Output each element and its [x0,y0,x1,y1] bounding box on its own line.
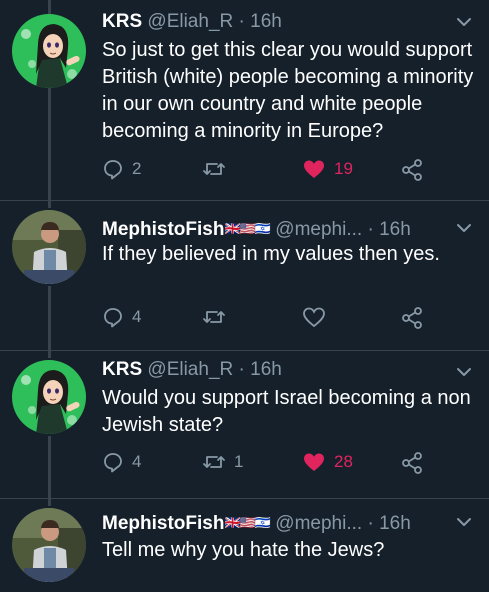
reply-icon [104,308,122,328]
separator-dot: · [367,513,374,534]
reply-button[interactable]: 2 [102,158,141,180]
like-button[interactable]: 19 [302,158,353,180]
retweet-button[interactable] [202,306,234,328]
chevron-down-icon[interactable] [455,222,473,234]
tweet-header: MephistoFish🇬🇧🇺🇸🇮🇱 @mephi... · 16h [102,218,449,241]
chevron-down-icon[interactable] [455,16,473,28]
timestamp[interactable]: 16h [250,11,282,32]
share-button[interactable] [400,158,424,182]
author-name[interactable]: KRS [102,11,142,32]
retweet-button[interactable] [202,158,234,180]
author-handle[interactable]: @mephi... [275,219,362,240]
tweet-text: Would you support Israel becoming a non … [102,387,471,436]
avatar[interactable] [12,14,86,88]
reply-count: 4 [132,452,142,471]
retweet-button[interactable]: 1 [202,451,243,473]
reply-button[interactable]: 4 [102,451,141,473]
retweet-count: 1 [234,452,244,471]
tweet-header: KRS @Eliah_R · 16h [102,359,449,381]
profile-flags: 🇬🇧🇺🇸🇮🇱 [224,221,271,236]
author-name[interactable]: MephistoFish [102,513,224,534]
tweet-actions: 4 1 28 [102,451,469,477]
tweet-header: MephistoFish🇬🇧🇺🇸🇮🇱 @mephi... · 16h [102,512,449,535]
separator-dot: · [367,219,374,240]
tweet-actions: 2 19 [102,158,469,184]
heart-filled-icon [304,453,324,471]
author-handle[interactable]: @Eliah_R [147,11,233,32]
chevron-down-icon[interactable] [455,366,473,378]
profile-flags: 🇬🇧🇺🇸🇮🇱 [224,515,271,530]
retweet-icon [203,163,225,175]
reply-count: 4 [132,307,142,326]
like-count: 19 [334,159,353,178]
tweet[interactable]: KRS @Eliah_R · 16h So just to get this c… [0,0,489,200]
like-button[interactable] [302,306,334,328]
author-handle[interactable]: @mephi... [275,513,362,534]
author-name[interactable]: MephistoFish [102,219,224,240]
reply-icon [104,160,122,180]
like-button[interactable]: 28 [302,451,353,473]
share-button[interactable] [400,306,424,330]
retweet-icon [203,456,225,468]
avatar[interactable] [12,360,86,434]
reply-count: 2 [132,159,142,178]
author-name[interactable]: KRS [102,359,142,380]
tweet[interactable]: MephistoFish🇬🇧🇺🇸🇮🇱 @mephi... · 16h Tell … [0,498,489,592]
tweet-text: If they believed in my values then yes. [102,243,440,265]
author-handle[interactable]: @Eliah_R [147,359,233,380]
timestamp[interactable]: 16h [250,359,282,380]
tweet-text: Tell me why you hate the Jews? [102,539,385,561]
tweet-text: So just to get this clear you would supp… [102,39,474,142]
share-icon [402,307,422,329]
tweet[interactable]: MephistoFish🇬🇧🇺🇸🇮🇱 @mephi... · 16h If th… [0,200,489,350]
avatar[interactable] [12,508,86,582]
heart-outline-icon [303,307,325,328]
tweet[interactable]: KRS @Eliah_R · 16h Would you support Isr… [0,350,489,498]
like-count: 28 [334,452,353,471]
avatar[interactable] [12,210,86,284]
reply-button[interactable]: 4 [102,306,141,328]
separator-dot: · [238,11,245,32]
chevron-down-icon[interactable] [455,516,473,528]
heart-filled-icon [304,160,324,178]
timestamp[interactable]: 16h [379,513,411,534]
reply-icon [104,453,122,473]
share-button[interactable] [400,451,424,475]
retweet-icon [203,311,225,323]
share-icon [402,159,422,181]
separator-dot: · [238,359,245,380]
tweet-actions: 4 [102,306,469,332]
share-icon [402,452,422,474]
timestamp[interactable]: 16h [379,219,411,240]
tweet-header: KRS @Eliah_R · 16h [102,11,449,33]
